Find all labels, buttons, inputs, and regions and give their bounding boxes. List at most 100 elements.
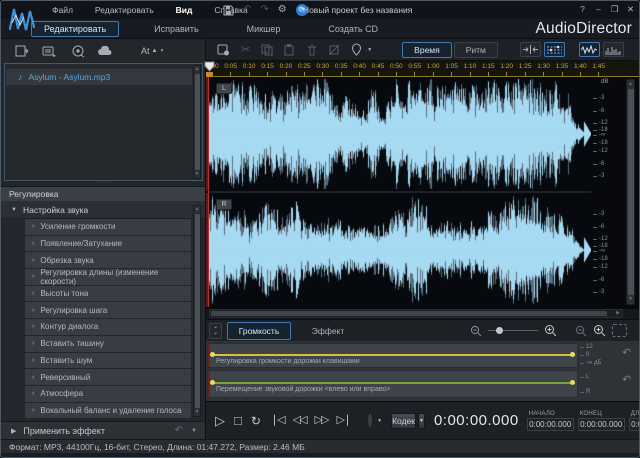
chevron-down-icon[interactable]: ▼ xyxy=(191,428,197,434)
envelope-node-start[interactable] xyxy=(210,352,215,357)
envelope-line[interactable] xyxy=(210,382,575,384)
fit-view-icon[interactable] xyxy=(612,324,627,337)
trim-icon[interactable] xyxy=(328,44,340,56)
waveform-vertical-scrollbar[interactable]: ▲ ▼ xyxy=(626,79,635,305)
maximize-button[interactable]: ❒ xyxy=(608,3,621,16)
envelope-reset-icon[interactable]: ↶ xyxy=(622,373,631,386)
zoom-out-h-icon[interactable] xyxy=(470,325,482,337)
time-field-value[interactable]: 0:00:00.000 xyxy=(527,418,574,431)
adjust-item[interactable]: ›Обрезка звука xyxy=(25,252,191,268)
time-mode-button[interactable]: Время xyxy=(402,42,452,58)
codec-button[interactable]: Кодек xyxy=(391,413,416,429)
loop-button[interactable]: ↻ xyxy=(251,415,261,427)
adjust-item[interactable]: ›Вокальный баланс и удаление голоса xyxy=(25,403,191,419)
forward-button[interactable]: ▷▷ xyxy=(315,415,328,426)
waveform-canvas-right[interactable] xyxy=(209,193,591,307)
adjust-list-scrollbar[interactable]: ▲ ▼ xyxy=(193,205,201,417)
scroll-right-arrow-icon[interactable]: ▶ xyxy=(616,310,620,317)
mode-tab[interactable]: Исправить xyxy=(141,21,211,37)
reset-icon[interactable]: ↶ xyxy=(175,425,183,436)
time-field-value[interactable]: 0:00:00.000 xyxy=(629,418,640,431)
envelope-track[interactable]: Регулировка громкости дорожки клавишами xyxy=(207,343,578,368)
codec-dropdown-icon[interactable]: ▼ xyxy=(418,413,425,429)
channel-badge-right[interactable]: R xyxy=(216,199,232,210)
adjust-item[interactable]: ›Появление/Затухание xyxy=(25,236,191,252)
adjust-item[interactable]: ›Регулировка длины (изменение скорости) xyxy=(25,269,191,285)
spectrum-view-icon[interactable] xyxy=(603,42,624,57)
left-panel: At▲▼ ♪ Asylum - Asylum.mp3 ▲ ▼ ⋯⋯ Регули… xyxy=(1,39,206,439)
envelope-view-icon[interactable] xyxy=(544,42,565,57)
adjust-item[interactable]: ›Атмосфера xyxy=(25,386,191,402)
minimize-button[interactable]: – xyxy=(592,3,605,16)
stop-button[interactable]: □ xyxy=(234,414,242,427)
envelope-node-end[interactable] xyxy=(570,352,575,357)
mode-tab[interactable]: Редактировать xyxy=(31,21,119,37)
adjust-item[interactable]: ›Регулировка шага xyxy=(25,302,191,318)
record-button[interactable] xyxy=(368,414,372,427)
play-button[interactable]: ▷ xyxy=(215,414,225,427)
adjust-item[interactable]: ›Контур диалога xyxy=(25,319,191,335)
section-sound-setup[interactable]: ▼ Настройка звука xyxy=(1,201,205,219)
menu-Вид[interactable]: Вид xyxy=(165,5,204,15)
channel-badge-left[interactable]: L xyxy=(216,83,232,94)
file-list-item[interactable]: ♪ Asylum - Asylum.mp3 xyxy=(6,69,192,85)
waveform-canvas-left[interactable] xyxy=(209,77,591,191)
brand-logo: AudioDirector xyxy=(535,19,632,39)
time-field-value[interactable]: 0:00:00.000 xyxy=(578,418,625,431)
record-audio-icon[interactable] xyxy=(72,45,85,58)
fit-selection-icon[interactable] xyxy=(520,42,541,57)
zoom-slider[interactable] xyxy=(488,330,538,331)
ruler-label: 1:10 xyxy=(464,63,477,70)
copy-icon[interactable] xyxy=(261,44,273,56)
close-button[interactable]: ✕ xyxy=(624,3,637,16)
properties-icon[interactable] xyxy=(217,44,230,56)
adjust-item[interactable]: ›Реверсивный xyxy=(25,369,191,385)
chevron-right-icon: › xyxy=(32,407,34,414)
marker-dropdown-icon[interactable]: ▼ xyxy=(367,47,372,53)
zoom-in-v-icon[interactable] xyxy=(593,324,606,337)
go-start-button[interactable]: ❘◁ xyxy=(270,415,284,426)
adjust-item[interactable]: ›Высоты тона xyxy=(25,286,191,302)
waveform-horizontal-scrollbar[interactable]: ▶ xyxy=(209,309,623,318)
zoom-in-h-icon[interactable] xyxy=(544,324,557,337)
collapse-panel-icon[interactable]: ⌄⌄ xyxy=(209,323,222,339)
go-end-button[interactable]: ▷❘ xyxy=(336,415,350,426)
rewind-button[interactable]: ◁◁ xyxy=(293,415,306,426)
envelope-track[interactable]: Перемещение звуковой дорожки <влево или … xyxy=(207,370,578,398)
timeline-ruler[interactable]: 0:000:050:100:150:200:250:300:350:400:45… xyxy=(206,61,640,77)
rhythm-mode-button[interactable]: Ритм xyxy=(454,42,498,58)
envelope-line[interactable] xyxy=(210,354,575,356)
marker-icon[interactable] xyxy=(351,43,362,56)
music-note-icon: ♪ xyxy=(18,72,23,82)
menu-Файл[interactable]: Файл xyxy=(41,5,84,15)
tab-effect[interactable]: Эффект xyxy=(296,322,360,340)
adjust-item[interactable]: ›Вставить тишину xyxy=(25,336,191,352)
mode-tab[interactable]: Создать CD xyxy=(315,21,391,37)
sort-button[interactable]: At▲▼ xyxy=(141,46,164,56)
import-playlist-icon[interactable] xyxy=(42,45,56,57)
mode-tab[interactable]: Микшер xyxy=(234,21,294,37)
adjust-item[interactable]: ›Усиление громкости xyxy=(25,219,191,235)
mode-tab-row: Редактировать Исправить Микшер Создать CD A… xyxy=(1,19,640,39)
import-media-icon[interactable] xyxy=(15,45,28,57)
file-list-scrollbar[interactable]: ▲ ▼ xyxy=(193,65,201,179)
menu-Редактировать[interactable]: Редактировать xyxy=(84,5,165,15)
waveform-view-icon[interactable] xyxy=(579,42,600,57)
record-dropdown-icon[interactable]: ▼ xyxy=(377,418,382,424)
help-button[interactable]: ? xyxy=(576,3,589,16)
apply-effect-row[interactable]: ▶ Применить эффект ↶ ▼ xyxy=(1,421,205,439)
chevron-right-icon: › xyxy=(32,357,34,364)
zoom-out-v-icon[interactable] xyxy=(575,325,587,337)
tab-volume[interactable]: Громкость xyxy=(227,322,291,340)
envelope-node-start[interactable] xyxy=(210,380,215,385)
save-icon[interactable] xyxy=(223,5,234,16)
adjust-item[interactable]: ›Вставить шум xyxy=(25,353,191,369)
cut-icon[interactable]: ✂ xyxy=(241,43,250,56)
envelope-reset-icon[interactable]: ↶ xyxy=(622,346,631,359)
playhead-handle[interactable] xyxy=(204,61,215,72)
envelope-node-end[interactable] xyxy=(570,380,575,385)
delete-icon[interactable] xyxy=(307,44,317,56)
cloud-download-icon[interactable] xyxy=(97,46,113,57)
db-label: -6 xyxy=(599,161,604,167)
paste-icon[interactable] xyxy=(284,44,296,56)
